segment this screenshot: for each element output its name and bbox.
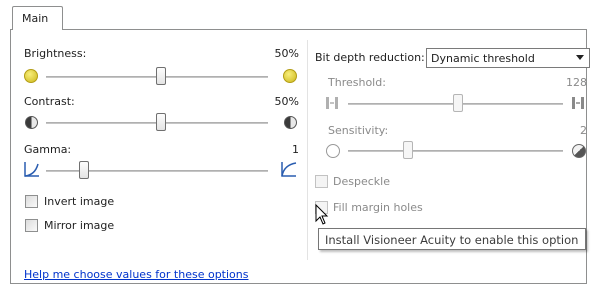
brightness-low-icon (24, 69, 38, 83)
tab-main-label: Main (22, 12, 49, 25)
bit-depth-label: Bit depth reduction: (315, 51, 425, 64)
contrast-high-icon (284, 116, 297, 129)
bit-depth-selected-value: Dynamic threshold (431, 52, 535, 65)
fill-margin-holes-label[interactable]: Fill margin holes (333, 201, 423, 214)
contrast-slider-thumb[interactable] (156, 113, 166, 131)
despeckle-checkbox[interactable] (315, 175, 328, 188)
chevron-down-icon (576, 55, 584, 60)
sensitivity-high-icon (572, 144, 586, 158)
gamma-label: Gamma: (24, 143, 72, 156)
mouse-cursor-icon (315, 204, 329, 225)
tooltip: Install Visioneer Acuity to enable this … (318, 228, 586, 250)
gamma-slider-thumb[interactable] (79, 161, 89, 179)
sensitivity-slider-thumb[interactable] (403, 141, 413, 159)
invert-image-label[interactable]: Invert image (44, 195, 114, 208)
threshold-value: 128 (566, 76, 587, 89)
gamma-high-icon (281, 162, 297, 177)
invert-image-checkbox[interactable] (25, 195, 38, 208)
threshold-low-icon (326, 97, 338, 109)
tab-main[interactable]: Main (12, 6, 63, 30)
sensitivity-slider-track[interactable] (348, 150, 563, 152)
brightness-slider-thumb[interactable] (156, 67, 166, 85)
brightness-value: 50% (274, 47, 299, 60)
threshold-label: Threshold: (328, 76, 386, 89)
help-link[interactable]: Help me choose values for these options (24, 268, 249, 281)
gamma-value: 1 (292, 143, 299, 156)
sensitivity-value: 2 (580, 124, 587, 137)
gamma-low-icon (24, 162, 39, 177)
brightness-high-icon (283, 69, 297, 83)
contrast-low-icon (25, 116, 38, 129)
bit-depth-select[interactable]: Dynamic threshold (426, 48, 590, 68)
sensitivity-label: Sensitivity: (328, 124, 389, 137)
threshold-slider-thumb[interactable] (453, 94, 463, 112)
threshold-high-icon (572, 97, 584, 109)
mirror-image-label[interactable]: Mirror image (44, 219, 114, 232)
contrast-label: Contrast: (24, 95, 75, 108)
column-divider (307, 40, 308, 260)
sensitivity-low-icon (326, 144, 340, 158)
brightness-label: Brightness: (24, 47, 87, 60)
despeckle-label[interactable]: Despeckle (333, 175, 390, 188)
mirror-image-checkbox[interactable] (25, 219, 38, 232)
contrast-value: 50% (274, 95, 299, 108)
